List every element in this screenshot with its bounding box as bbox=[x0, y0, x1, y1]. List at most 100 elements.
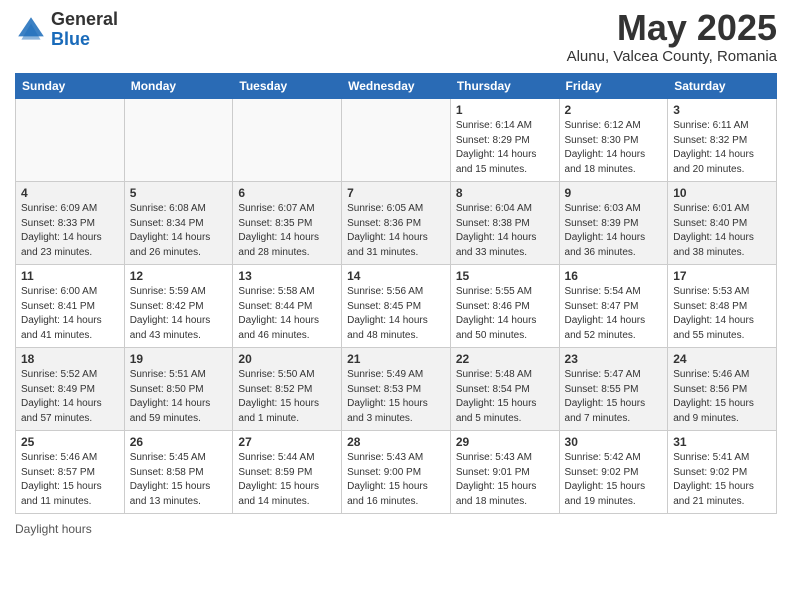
day-header-sunday: Sunday bbox=[16, 74, 125, 99]
calendar-cell: 23 Sunrise: 5:47 AM Sunset: 8:55 PM Dayli… bbox=[559, 348, 668, 431]
cell-info: Sunrise: 5:44 AM Sunset: 8:59 PM Dayligh… bbox=[238, 451, 336, 509]
calendar-cell bbox=[16, 99, 125, 182]
cell-info: Sunrise: 5:51 AM Sunset: 8:50 PM Dayligh… bbox=[130, 368, 228, 426]
cell-info: Sunrise: 5:54 AM Sunset: 8:47 PM Dayligh… bbox=[565, 285, 663, 343]
cell-info: Sunrise: 6:14 AM Sunset: 8:29 PM Dayligh… bbox=[456, 119, 554, 177]
cell-info: Sunrise: 6:05 AM Sunset: 8:36 PM Dayligh… bbox=[347, 202, 445, 260]
day-number: 19 bbox=[130, 352, 228, 366]
calendar-table: SundayMondayTuesdayWednesdayThursdayFrid… bbox=[15, 73, 777, 514]
calendar-cell: 9Sunrise: 6:03 AM Sunset: 8:39 PM Daylig… bbox=[559, 182, 668, 265]
calendar-cell: 25 Sunrise: 5:46 AM Sunset: 8:57 PM Dayli… bbox=[16, 431, 125, 514]
cell-info: Sunrise: 6:08 AM Sunset: 8:34 PM Dayligh… bbox=[130, 202, 228, 260]
cell-info: Sunrise: 5:48 AM Sunset: 8:54 PM Dayligh… bbox=[456, 368, 554, 426]
day-number: 5 bbox=[130, 186, 228, 200]
cell-info: Sunrise: 5:46 AM Sunset: 8:57 PM Dayligh… bbox=[21, 451, 119, 509]
page-header: General Blue May 2025 Alunu, Valcea Coun… bbox=[15, 10, 777, 65]
day-number: 27 bbox=[238, 435, 336, 449]
day-number: 10 bbox=[673, 186, 771, 200]
calendar-cell: 31Sunrise: 5:41 AM Sunset: 9:02 PM Dayli… bbox=[668, 431, 777, 514]
cell-info: Sunrise: 5:46 AM Sunset: 8:56 PM Dayligh… bbox=[673, 368, 771, 426]
calendar-cell: 1 Sunrise: 6:14 AM Sunset: 8:29 PM Daylig… bbox=[450, 99, 559, 182]
calendar-cell: 10 Sunrise: 6:01 AM Sunset: 8:40 PM Dayli… bbox=[668, 182, 777, 265]
day-number: 22 bbox=[456, 352, 554, 366]
calendar-cell: 15Sunrise: 5:55 AM Sunset: 8:46 PM Dayli… bbox=[450, 265, 559, 348]
day-header-thursday: Thursday bbox=[450, 74, 559, 99]
calendar-cell: 6 Sunrise: 6:07 AM Sunset: 8:35 PM Daylig… bbox=[233, 182, 342, 265]
cell-info: Sunrise: 6:04 AM Sunset: 8:38 PM Dayligh… bbox=[456, 202, 554, 260]
day-header-tuesday: Tuesday bbox=[233, 74, 342, 99]
calendar-cell: 22 Sunrise: 5:48 AM Sunset: 8:54 PM Dayli… bbox=[450, 348, 559, 431]
day-number: 7 bbox=[347, 186, 445, 200]
day-header-friday: Friday bbox=[559, 74, 668, 99]
cell-info: Sunrise: 5:43 AM Sunset: 9:00 PM Dayligh… bbox=[347, 451, 445, 509]
day-number: 30 bbox=[565, 435, 663, 449]
logo-general-text: General bbox=[51, 10, 118, 30]
cell-info: Sunrise: 5:58 AM Sunset: 8:44 PM Dayligh… bbox=[238, 285, 336, 343]
day-number: 23 bbox=[565, 352, 663, 366]
cell-info: Sunrise: 5:41 AM Sunset: 9:02 PM Dayligh… bbox=[673, 451, 771, 509]
day-number: 9 bbox=[565, 186, 663, 200]
logo-blue-text: Blue bbox=[51, 30, 118, 50]
cell-info: Sunrise: 5:49 AM Sunset: 8:53 PM Dayligh… bbox=[347, 368, 445, 426]
day-number: 14 bbox=[347, 269, 445, 283]
calendar-cell bbox=[233, 99, 342, 182]
calendar-cell: 17Sunrise: 5:53 AM Sunset: 8:48 PM Dayli… bbox=[668, 265, 777, 348]
cell-info: Sunrise: 6:07 AM Sunset: 8:35 PM Dayligh… bbox=[238, 202, 336, 260]
calendar-header-row: SundayMondayTuesdayWednesdayThursdayFrid… bbox=[16, 74, 777, 99]
day-header-wednesday: Wednesday bbox=[342, 74, 451, 99]
day-number: 2 bbox=[565, 103, 663, 117]
calendar-cell: 20Sunrise: 5:50 AM Sunset: 8:52 PM Dayli… bbox=[233, 348, 342, 431]
calendar-cell: 4 Sunrise: 6:09 AM Sunset: 8:33 PM Daylig… bbox=[16, 182, 125, 265]
cell-info: Sunrise: 5:56 AM Sunset: 8:45 PM Dayligh… bbox=[347, 285, 445, 343]
calendar-cell: 7 Sunrise: 6:05 AM Sunset: 8:36 PM Daylig… bbox=[342, 182, 451, 265]
calendar-cell: 19 Sunrise: 5:51 AM Sunset: 8:50 PM Dayli… bbox=[124, 348, 233, 431]
day-number: 29 bbox=[456, 435, 554, 449]
cell-info: Sunrise: 5:43 AM Sunset: 9:01 PM Dayligh… bbox=[456, 451, 554, 509]
calendar-cell: 12Sunrise: 5:59 AM Sunset: 8:42 PM Dayli… bbox=[124, 265, 233, 348]
cell-info: Sunrise: 5:52 AM Sunset: 8:49 PM Dayligh… bbox=[21, 368, 119, 426]
cell-info: Sunrise: 6:00 AM Sunset: 8:41 PM Dayligh… bbox=[21, 285, 119, 343]
calendar-cell: 16 Sunrise: 5:54 AM Sunset: 8:47 PM Dayli… bbox=[559, 265, 668, 348]
day-number: 11 bbox=[21, 269, 119, 283]
day-header-monday: Monday bbox=[124, 74, 233, 99]
day-number: 24 bbox=[673, 352, 771, 366]
cell-info: Sunrise: 5:50 AM Sunset: 8:52 PM Dayligh… bbox=[238, 368, 336, 426]
calendar-cell: 2 Sunrise: 6:12 AM Sunset: 8:30 PM Daylig… bbox=[559, 99, 668, 182]
day-number: 25 bbox=[21, 435, 119, 449]
day-number: 28 bbox=[347, 435, 445, 449]
week-row-2: 4 Sunrise: 6:09 AM Sunset: 8:33 PM Daylig… bbox=[16, 182, 777, 265]
cell-info: Sunrise: 5:42 AM Sunset: 9:02 PM Dayligh… bbox=[565, 451, 663, 509]
week-row-3: 11 Sunrise: 6:00 AM Sunset: 8:41 PM Dayli… bbox=[16, 265, 777, 348]
day-number: 16 bbox=[565, 269, 663, 283]
day-header-saturday: Saturday bbox=[668, 74, 777, 99]
day-number: 1 bbox=[456, 103, 554, 117]
month-title: May 2025 bbox=[567, 10, 777, 46]
calendar-cell: 30 Sunrise: 5:42 AM Sunset: 9:02 PM Dayli… bbox=[559, 431, 668, 514]
footer-note: Daylight hours bbox=[15, 522, 777, 536]
title-area: May 2025 Alunu, Valcea County, Romania bbox=[567, 10, 777, 65]
cell-info: Sunrise: 6:09 AM Sunset: 8:33 PM Dayligh… bbox=[21, 202, 119, 260]
cell-info: Sunrise: 6:01 AM Sunset: 8:40 PM Dayligh… bbox=[673, 202, 771, 260]
calendar-cell: 11 Sunrise: 6:00 AM Sunset: 8:41 PM Dayli… bbox=[16, 265, 125, 348]
day-number: 6 bbox=[238, 186, 336, 200]
calendar-cell: 3 Sunrise: 6:11 AM Sunset: 8:32 PM Daylig… bbox=[668, 99, 777, 182]
calendar-cell: 5 Sunrise: 6:08 AM Sunset: 8:34 PM Daylig… bbox=[124, 182, 233, 265]
calendar-cell: 18Sunrise: 5:52 AM Sunset: 8:49 PM Dayli… bbox=[16, 348, 125, 431]
cell-info: Sunrise: 5:47 AM Sunset: 8:55 PM Dayligh… bbox=[565, 368, 663, 426]
week-row-5: 25 Sunrise: 5:46 AM Sunset: 8:57 PM Dayli… bbox=[16, 431, 777, 514]
day-number: 17 bbox=[673, 269, 771, 283]
day-number: 13 bbox=[238, 269, 336, 283]
day-number: 3 bbox=[673, 103, 771, 117]
week-row-4: 18Sunrise: 5:52 AM Sunset: 8:49 PM Dayli… bbox=[16, 348, 777, 431]
day-number: 8 bbox=[456, 186, 554, 200]
calendar-cell: 13 Sunrise: 5:58 AM Sunset: 8:44 PM Dayli… bbox=[233, 265, 342, 348]
cell-info: Sunrise: 6:11 AM Sunset: 8:32 PM Dayligh… bbox=[673, 119, 771, 177]
day-number: 15 bbox=[456, 269, 554, 283]
cell-info: Sunrise: 6:12 AM Sunset: 8:30 PM Dayligh… bbox=[565, 119, 663, 177]
calendar-cell: 26Sunrise: 5:45 AM Sunset: 8:58 PM Dayli… bbox=[124, 431, 233, 514]
logo-icon bbox=[15, 14, 47, 46]
calendar-cell bbox=[124, 99, 233, 182]
day-number: 21 bbox=[347, 352, 445, 366]
day-number: 4 bbox=[21, 186, 119, 200]
week-row-1: 1 Sunrise: 6:14 AM Sunset: 8:29 PM Daylig… bbox=[16, 99, 777, 182]
